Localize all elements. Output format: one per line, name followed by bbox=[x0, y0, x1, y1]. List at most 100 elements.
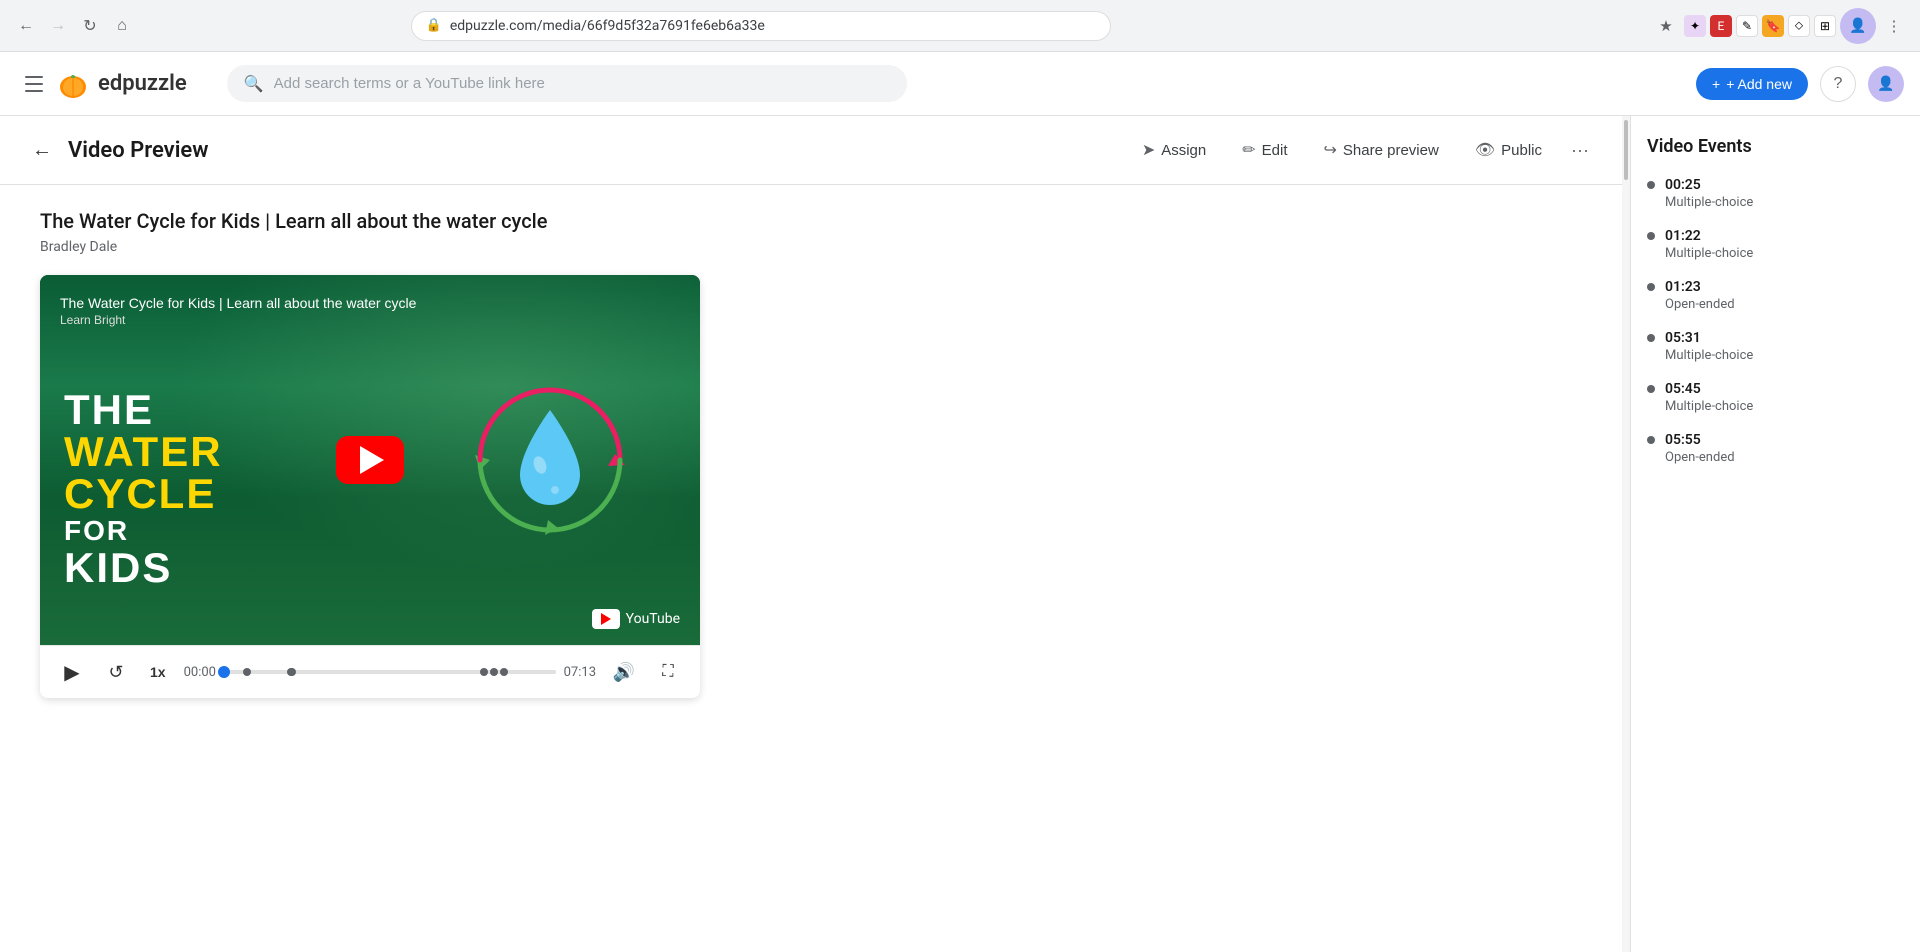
event-item-3[interactable]: 05:31 Multiple-choice bbox=[1647, 330, 1904, 363]
edpuzzle-logo-icon bbox=[56, 67, 90, 101]
browser-nav-buttons: ← → ↻ ⌂ bbox=[12, 12, 136, 40]
bookmark-button[interactable]: ★ bbox=[1652, 12, 1680, 40]
assign-button[interactable]: ➤ Assign bbox=[1126, 132, 1222, 168]
event-dot-5 bbox=[1647, 436, 1655, 444]
help-button[interactable]: ? bbox=[1820, 66, 1856, 102]
add-new-label: + Add new bbox=[1726, 76, 1792, 92]
sidebar-title: Video Events bbox=[1647, 136, 1904, 157]
logo-text: edpuzzle bbox=[98, 71, 187, 96]
play-control-button[interactable]: ▶ bbox=[56, 656, 88, 688]
ext-icon-1[interactable]: ✦ bbox=[1684, 15, 1706, 37]
video-subtitle-channel: Learn Bright bbox=[60, 313, 416, 327]
progress-bar[interactable] bbox=[224, 670, 556, 674]
video-subtitle-overlay: The Water Cycle for Kids | Learn all abo… bbox=[60, 295, 416, 327]
main-scrollbar[interactable] bbox=[1622, 116, 1630, 952]
eye-icon: 👁 bbox=[1475, 140, 1495, 160]
event-marker-3 bbox=[288, 668, 296, 676]
speed-label: 1x bbox=[150, 664, 166, 680]
hamburger-menu-button[interactable] bbox=[16, 66, 52, 102]
event-time-5: 05:55 bbox=[1665, 432, 1735, 448]
ext-icon-5[interactable]: ⬦ bbox=[1788, 15, 1810, 37]
event-info-3: 05:31 Multiple-choice bbox=[1665, 330, 1753, 363]
app-header: edpuzzle 🔍 + + Add new ? 👤 bbox=[0, 52, 1920, 116]
edit-label: Edit bbox=[1262, 142, 1288, 159]
browser-chrome: ← → ↻ ⌂ 🔒 edpuzzle.com/media/66f9d5f32a7… bbox=[0, 0, 1920, 52]
back-arrow-icon: ← bbox=[32, 139, 52, 162]
content-area: ← Video Preview ➤ Assign ✏ Edit ↪ Share … bbox=[0, 116, 1920, 952]
back-nav-button[interactable]: ← bbox=[12, 12, 40, 40]
more-options-button[interactable]: ··· bbox=[1562, 132, 1598, 168]
public-button[interactable]: 👁 Public bbox=[1459, 132, 1558, 168]
speed-button[interactable]: 1x bbox=[144, 660, 172, 684]
play-button-overlay[interactable] bbox=[336, 436, 404, 484]
video-text-cycle: CYCLE bbox=[64, 473, 346, 515]
share-preview-label: Share preview bbox=[1343, 142, 1439, 159]
add-new-button[interactable]: + + Add new bbox=[1696, 68, 1808, 100]
share-icon: ↪ bbox=[1324, 140, 1337, 160]
fullscreen-icon: ⛶ bbox=[662, 663, 673, 681]
browser-actions: ★ ✦ E ✎ 🔖 ⬦ ⊞ 👤 ⋮ bbox=[1652, 8, 1908, 44]
event-dot-0 bbox=[1647, 181, 1655, 189]
address-bar[interactable]: 🔒 edpuzzle.com/media/66f9d5f32a7691fe6eb… bbox=[411, 11, 1111, 41]
edit-button[interactable]: ✏ Edit bbox=[1226, 132, 1303, 168]
add-new-icon: + bbox=[1712, 76, 1720, 92]
ext-icon-2[interactable]: E bbox=[1710, 15, 1732, 37]
event-item-4[interactable]: 05:45 Multiple-choice bbox=[1647, 381, 1904, 414]
video-thumbnail[interactable]: The Water Cycle for Kids | Learn all abo… bbox=[40, 275, 700, 645]
user-avatar[interactable]: 👤 bbox=[1868, 66, 1904, 102]
volume-icon: 🔊 bbox=[613, 662, 635, 683]
more-icon: ··· bbox=[1571, 140, 1589, 161]
sidebar: Video Events 00:25 Multiple-choice 01:22… bbox=[1630, 116, 1920, 952]
lock-icon: 🔒 bbox=[426, 18, 442, 33]
event-item-2[interactable]: 01:23 Open-ended bbox=[1647, 279, 1904, 312]
page-title: Video Preview bbox=[68, 138, 209, 163]
event-type-2: Open-ended bbox=[1665, 297, 1735, 312]
browser-profile-avatar[interactable]: 👤 bbox=[1840, 8, 1876, 44]
volume-button[interactable]: 🔊 bbox=[608, 656, 640, 688]
event-time-3: 05:31 bbox=[1665, 330, 1753, 346]
forward-nav-button[interactable]: → bbox=[44, 12, 72, 40]
assign-label: Assign bbox=[1161, 142, 1206, 159]
search-input[interactable] bbox=[274, 75, 890, 92]
youtube-logo: YouTube bbox=[592, 609, 680, 629]
assign-icon: ➤ bbox=[1142, 140, 1155, 160]
current-time: 00:00 bbox=[184, 665, 216, 680]
ext-icon-3[interactable]: ✎ bbox=[1736, 15, 1758, 37]
edit-icon: ✏ bbox=[1242, 140, 1255, 160]
video-text-kids: KIDS bbox=[64, 547, 346, 589]
event-type-1: Multiple-choice bbox=[1665, 246, 1753, 261]
video-player-wrapper: The Water Cycle for Kids | Learn all abo… bbox=[40, 275, 700, 698]
event-info-4: 05:45 Multiple-choice bbox=[1665, 381, 1753, 414]
progress-dot bbox=[218, 666, 230, 678]
main-panel: ← Video Preview ➤ Assign ✏ Edit ↪ Share … bbox=[0, 116, 1622, 952]
fullscreen-button[interactable]: ⛶ bbox=[652, 656, 684, 688]
event-marker-1 bbox=[243, 668, 251, 676]
video-text-for: FOR bbox=[64, 515, 346, 547]
search-bar[interactable]: 🔍 bbox=[227, 65, 907, 102]
reload-button[interactable]: ↻ bbox=[76, 12, 104, 40]
event-marker-4 bbox=[480, 668, 488, 676]
browser-menu-button[interactable]: ⋮ bbox=[1880, 12, 1908, 40]
event-item-1[interactable]: 01:22 Multiple-choice bbox=[1647, 228, 1904, 261]
home-button[interactable]: ⌂ bbox=[108, 12, 136, 40]
search-icon: 🔍 bbox=[244, 74, 264, 93]
event-marker-6 bbox=[500, 668, 508, 676]
event-item-0[interactable]: 00:25 Multiple-choice bbox=[1647, 177, 1904, 210]
replay-icon: ↺ bbox=[108, 662, 123, 683]
event-dot-1 bbox=[1647, 232, 1655, 240]
scrollbar-thumb bbox=[1624, 120, 1628, 180]
header-right: + + Add new ? 👤 bbox=[1696, 66, 1904, 102]
public-label: Public bbox=[1501, 142, 1542, 159]
event-dot-4 bbox=[1647, 385, 1655, 393]
share-preview-button[interactable]: ↪ Share preview bbox=[1308, 132, 1455, 168]
video-toolbar: ← Video Preview ➤ Assign ✏ Edit ↪ Share … bbox=[0, 116, 1622, 185]
ext-icon-6[interactable]: ⊞ bbox=[1814, 15, 1836, 37]
replay-button[interactable]: ↺ bbox=[100, 656, 132, 688]
event-time-0: 00:25 bbox=[1665, 177, 1753, 193]
video-content: The Water Cycle for Kids | Learn all abo… bbox=[0, 185, 1622, 722]
back-button[interactable]: ← bbox=[24, 132, 60, 168]
ext-icon-4[interactable]: 🔖 bbox=[1762, 15, 1784, 37]
event-time-2: 01:23 bbox=[1665, 279, 1735, 295]
event-list: 00:25 Multiple-choice 01:22 Multiple-cho… bbox=[1647, 177, 1904, 465]
event-item-5[interactable]: 05:55 Open-ended bbox=[1647, 432, 1904, 465]
